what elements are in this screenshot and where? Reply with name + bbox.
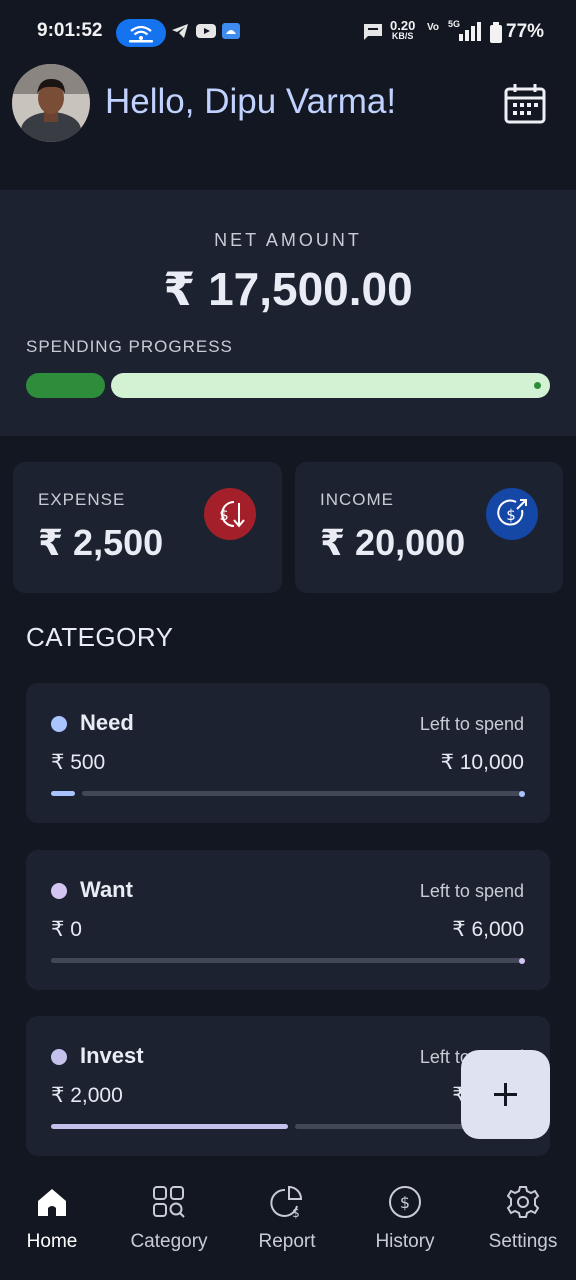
left-to-spend-label: Left to spend [419, 714, 524, 734]
avatar[interactable] [12, 64, 90, 142]
category-name: Need [80, 710, 134, 735]
category-remaining: ₹ 10,000 [440, 751, 524, 774]
category-progress-track [51, 958, 525, 963]
dollar-down-icon: $ [219, 501, 245, 528]
category-progress-fill [51, 791, 75, 796]
status-time: 9:01:52 [37, 20, 103, 41]
dollar-up-icon: $ [497, 499, 527, 526]
calendar-button[interactable] [503, 82, 547, 126]
plus-icon [494, 1083, 517, 1106]
battery-icon [490, 22, 502, 43]
category-title: CATEGORY [26, 622, 174, 652]
nav-label-settings: Settings [488, 1231, 558, 1252]
net-amount-value: ₹ 17,500.00 [163, 263, 413, 315]
android-app-icon [222, 23, 240, 39]
user-avatar-icon [12, 64, 90, 142]
expense-label: EXPENSE [38, 490, 126, 509]
nav-label-home: Home [26, 1231, 78, 1252]
report-icon: $ [237, 1180, 337, 1224]
category-card-want[interactable]: Want Left to spend ₹ 0 ₹ 6,000 [26, 850, 550, 990]
network-speed-value: 0.20 [390, 18, 416, 33]
wifi-icon [129, 25, 153, 43]
volte-indicator: Vo [427, 22, 440, 33]
nav-label-history: History [375, 1231, 435, 1252]
left-to-spend-label: Left to spend [419, 881, 524, 901]
category-spent: ₹ 2,000 [51, 1084, 123, 1107]
income-card[interactable]: INCOME ₹ 20,000 $ [295, 462, 563, 593]
income-label: INCOME [320, 490, 394, 509]
home-icon [2, 1180, 102, 1224]
nav-item-history[interactable]: $ History [355, 1180, 455, 1253]
income-value: ₹ 20,000 [320, 522, 466, 563]
category-progress-end-dot [519, 790, 525, 797]
telegram-icon [172, 24, 188, 38]
category-spent: ₹ 0 [51, 918, 82, 941]
income-badge: $ [486, 488, 538, 540]
youtube-icon [196, 24, 216, 38]
expense-badge: $ [204, 488, 256, 540]
svg-text:$: $ [400, 1193, 410, 1212]
category-remaining: ₹ 6,000 [452, 918, 524, 941]
nav-item-report[interactable]: $ Report [237, 1180, 337, 1253]
category-progress-track [82, 791, 525, 796]
svg-text:$: $ [292, 1206, 300, 1220]
net-amount-label: NET AMOUNT [214, 230, 362, 250]
spending-progress-used [26, 373, 105, 398]
signal-icon [459, 22, 481, 41]
message-icon [364, 24, 382, 40]
nav-item-settings[interactable]: Settings [473, 1180, 573, 1253]
network-speed: 0.20 KB/S [390, 18, 416, 42]
category-progress-fill [51, 1124, 288, 1129]
expense-card[interactable]: EXPENSE ₹ 2,500 $ [13, 462, 282, 593]
spending-progress-end-dot [534, 382, 541, 389]
nav-label-report: Report [258, 1231, 316, 1252]
expense-value: ₹ 2,500 [38, 522, 164, 563]
svg-text:$: $ [219, 506, 229, 524]
status-bar: 9:01:52 0.20 KB/S Vo 5G 77% [0, 0, 576, 64]
spending-progress-label: SPENDING PROGRESS [26, 337, 233, 356]
svg-text:$: $ [506, 506, 516, 524]
spending-progress-remaining [111, 373, 550, 398]
calendar-icon [504, 84, 546, 124]
category-name: Invest [80, 1043, 144, 1068]
category-color-dot [51, 1049, 67, 1065]
battery-percent: 77% [506, 21, 545, 42]
category-icon [119, 1180, 219, 1224]
nav-label-category: Category [130, 1231, 208, 1252]
category-spent: ₹ 500 [51, 751, 106, 774]
category-progress-end-dot [519, 957, 525, 964]
history-icon: $ [355, 1180, 455, 1224]
add-transaction-button[interactable] [461, 1050, 550, 1139]
category-color-dot [51, 883, 67, 899]
category-color-dot [51, 716, 67, 732]
category-name: Want [80, 877, 133, 902]
hotspot-indicator [116, 19, 166, 47]
nav-item-category[interactable]: Category [119, 1180, 219, 1253]
network-speed-unit: KB/S [391, 31, 414, 41]
greeting-title: Hello, Dipu Varma! [105, 82, 397, 121]
settings-icon [473, 1180, 573, 1224]
category-card-need[interactable]: Need Left to spend ₹ 500 ₹ 10,000 [26, 683, 550, 823]
nav-item-home[interactable]: Home [2, 1180, 102, 1253]
